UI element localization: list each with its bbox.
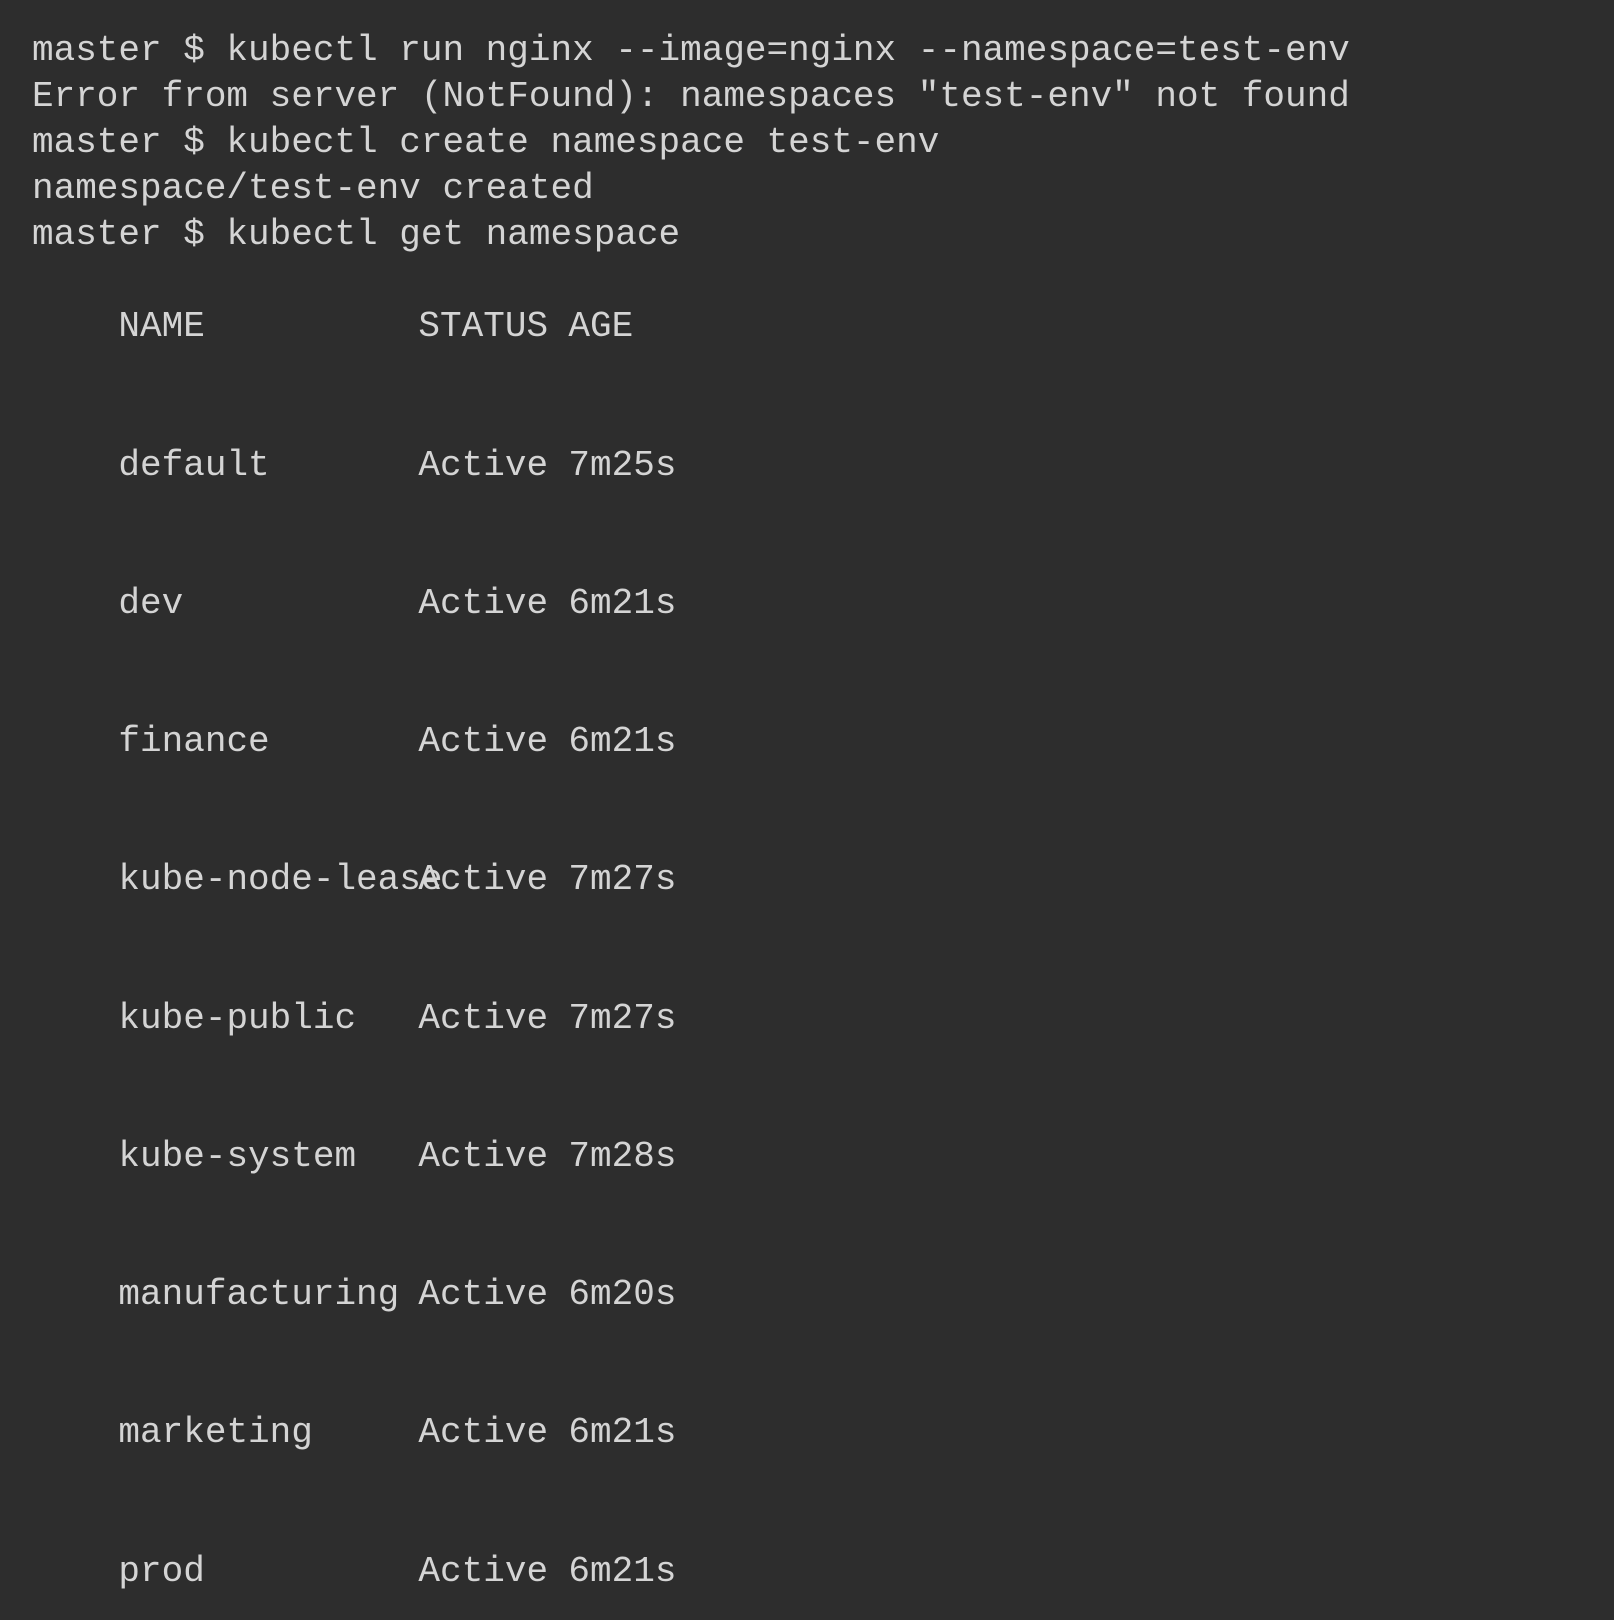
row-age-manufacturing: 6m20s xyxy=(568,1272,676,1318)
row-status-kube-public: Active xyxy=(418,996,568,1042)
row-name-kube-node-lease: kube-node-lease xyxy=(118,857,418,903)
table-header: NAMESTATUSAGE xyxy=(32,258,1582,396)
row-status-kube-system: Active xyxy=(418,1134,568,1180)
table-row: marketingActive6m21s xyxy=(32,1364,1582,1502)
row-name-dev: dev xyxy=(118,581,418,627)
command-line-3: master $ kubectl get namespace xyxy=(32,212,1582,258)
row-age-kube-public: 7m27s xyxy=(568,996,676,1042)
table-row: defaultActive7m25s xyxy=(32,397,1582,535)
row-status-kube-node-lease: Active xyxy=(418,857,568,903)
table-row: prodActive6m21s xyxy=(32,1503,1582,1620)
table-row: kube-publicActive7m27s xyxy=(32,950,1582,1088)
row-name-finance: finance xyxy=(118,719,418,765)
row-age-finance: 6m21s xyxy=(568,719,676,765)
row-status-prod: Active xyxy=(418,1549,568,1595)
row-name-marketing: marketing xyxy=(118,1410,418,1456)
row-age-kube-system: 7m28s xyxy=(568,1134,676,1180)
output-line-1: namespace/test-env created xyxy=(32,166,1582,212)
row-age-kube-node-lease: 7m27s xyxy=(568,857,676,903)
error-line-1: Error from server (NotFound): namespaces… xyxy=(32,74,1582,120)
terminal-window[interactable]: master $ kubectl run nginx --image=nginx… xyxy=(0,0,1614,1620)
row-name-manufacturing: manufacturing xyxy=(118,1272,418,1318)
command-line-1: master $ kubectl run nginx --image=nginx… xyxy=(32,28,1582,74)
header-age: AGE xyxy=(568,304,633,350)
row-status-marketing: Active xyxy=(418,1410,568,1456)
row-name-kube-system: kube-system xyxy=(118,1134,418,1180)
row-name-prod: prod xyxy=(118,1549,418,1595)
table-row: devActive6m21s xyxy=(32,535,1582,673)
row-status-default: Active xyxy=(418,443,568,489)
row-age-prod: 6m21s xyxy=(568,1549,676,1595)
row-status-manufacturing: Active xyxy=(418,1272,568,1318)
row-name-default: default xyxy=(118,443,418,489)
command-line-2: master $ kubectl create namespace test-e… xyxy=(32,120,1582,166)
row-age-dev: 6m21s xyxy=(568,581,676,627)
row-status-dev: Active xyxy=(418,581,568,627)
row-status-finance: Active xyxy=(418,719,568,765)
table-row: kube-systemActive7m28s xyxy=(32,1088,1582,1226)
row-name-kube-public: kube-public xyxy=(118,996,418,1042)
row-age-marketing: 6m21s xyxy=(568,1410,676,1456)
header-name: NAME xyxy=(118,304,418,350)
table-row: kube-node-leaseActive7m27s xyxy=(32,811,1582,949)
table-row: financeActive6m21s xyxy=(32,673,1582,811)
row-age-default: 7m25s xyxy=(568,443,676,489)
header-status: STATUS xyxy=(418,304,568,350)
table-row: manufacturingActive6m20s xyxy=(32,1226,1582,1364)
